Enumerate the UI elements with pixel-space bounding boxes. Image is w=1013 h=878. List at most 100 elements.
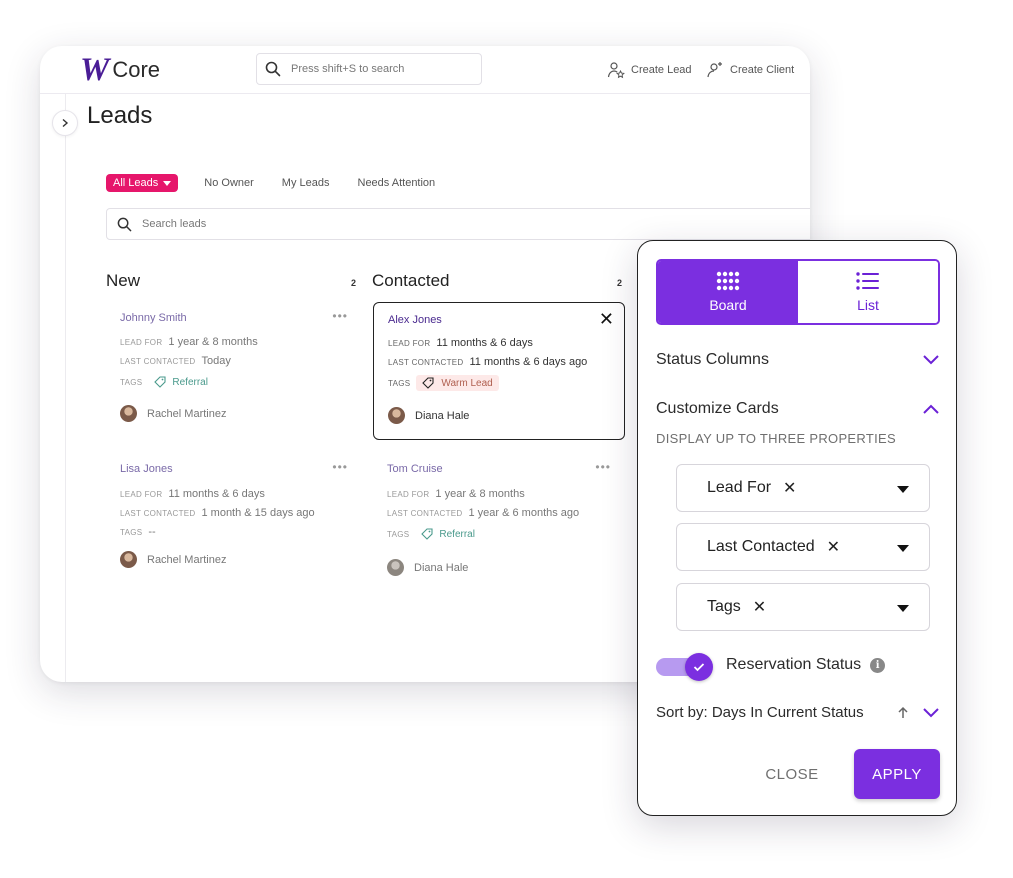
logo-text: Core (112, 57, 161, 82)
property-label: Tags (707, 598, 741, 615)
lead-name[interactable]: Lisa Jones (120, 463, 173, 475)
tab-all-leads-label: All Leads (113, 177, 159, 189)
property-select-tags[interactable]: Tags ✕ (676, 583, 930, 631)
lead-card[interactable]: Tom Cruise ••• LEAD FOR 1 year & 8 month… (373, 452, 625, 592)
search-leads-input[interactable]: Search leads (106, 208, 810, 240)
last-contacted-label: LAST CONTACTED (120, 356, 196, 366)
sort-by-control[interactable]: Sort by: Days In Current Status (656, 704, 940, 721)
chevron-down-icon (923, 355, 939, 365)
avatar (120, 551, 137, 568)
avatar (388, 407, 405, 424)
column-header-new: New 2 (106, 271, 356, 291)
lead-name[interactable]: Tom Cruise (387, 463, 443, 475)
tags-label: TAGS (387, 529, 410, 539)
display-properties-hint: DISPLAY UP TO THREE PROPERTIES (656, 431, 896, 446)
create-client-icon (707, 62, 722, 78)
close-button[interactable]: CLOSE (748, 749, 836, 799)
more-options-icon[interactable]: ••• (332, 460, 348, 474)
global-search-input[interactable]: Press shift+S to search (256, 53, 482, 85)
reservation-status-toggle[interactable] (656, 651, 716, 683)
lead-card[interactable]: Lisa Jones ••• LEAD FOR 11 months & 6 da… (106, 452, 358, 582)
last-contacted-value: 1 year & 6 months ago (468, 507, 580, 519)
lead-owner: Diana Hale (388, 407, 469, 424)
apply-button[interactable]: APPLY (854, 749, 940, 799)
sidebar-divider (65, 94, 66, 682)
tab-all-leads[interactable]: All Leads (106, 174, 179, 192)
reservation-status-label: Reservation Status (726, 656, 862, 673)
more-options-icon[interactable]: ••• (595, 460, 611, 474)
chevron-up-icon (923, 404, 939, 414)
sort-by-label: Sort by: Days In Current Status (656, 704, 864, 721)
list-label: List (857, 297, 879, 313)
expand-sidebar-button[interactable] (52, 110, 78, 136)
close-icon[interactable]: ✕ (599, 309, 614, 330)
column-header-contacted: Contacted 2 (372, 271, 622, 291)
reservation-status: Reservation Status i (726, 656, 886, 674)
lead-name[interactable]: Alex Jones (388, 314, 442, 326)
caret-down-icon (163, 180, 172, 186)
create-lead-icon (607, 62, 625, 79)
lead-for-label: LEAD FOR (387, 489, 430, 499)
customize-cards-section[interactable]: Customize Cards (656, 400, 940, 418)
lead-owner: Diana Hale (387, 559, 468, 576)
tag-icon (154, 376, 166, 388)
remove-property-icon[interactable]: ✕ (753, 597, 766, 617)
last-contacted-label: LAST CONTACTED (120, 508, 196, 518)
tab-no-owner[interactable]: No Owner (204, 177, 254, 189)
lead-filter-tabs: All Leads No Owner My Leads Needs Attent… (106, 173, 463, 193)
view-toggle: Board List (656, 259, 940, 325)
search-leads-placeholder: Search leads (142, 218, 207, 230)
tags-label: TAGS (120, 527, 143, 537)
chevron-down-icon[interactable] (922, 707, 940, 719)
chevron-right-icon (62, 118, 69, 128)
tab-my-leads[interactable]: My Leads (282, 177, 330, 189)
property-select-last-contacted[interactable]: Last Contacted ✕ (676, 523, 930, 571)
page-title: Leads (87, 102, 153, 129)
avatar (120, 405, 137, 422)
create-lead-button[interactable]: Create Lead (607, 60, 692, 80)
lead-card-selected[interactable]: Alex Jones ✕ LEAD FOR 11 months & 6 days… (373, 302, 625, 440)
tags-label: TAGS (388, 378, 411, 388)
list-view-button[interactable]: List (798, 261, 938, 323)
tag-badge: Referral (148, 374, 214, 390)
status-columns-label: Status Columns (656, 351, 769, 368)
top-bar: W Core Press shift+S to search Create Le… (40, 46, 810, 94)
property-select-lead-for[interactable]: Lead For ✕ (676, 464, 930, 512)
more-options-icon[interactable]: ••• (332, 309, 348, 323)
owner-name: Diana Hale (414, 561, 469, 574)
lead-owner: Rachel Martinez (120, 405, 226, 422)
tab-needs-attention[interactable]: Needs Attention (358, 177, 436, 189)
check-icon (693, 663, 705, 672)
column-title: Contacted (372, 271, 450, 290)
arrow-up-icon[interactable] (896, 706, 910, 720)
remove-property-icon[interactable]: ✕ (827, 537, 840, 557)
toggle-knob (685, 653, 713, 681)
remove-property-icon[interactable]: ✕ (783, 478, 796, 498)
lead-name[interactable]: Johnny Smith (120, 312, 187, 324)
board-label: Board (709, 297, 747, 313)
app-logo[interactable]: W Core (80, 52, 161, 88)
last-contacted-value: 11 months & 6 days ago (469, 356, 588, 368)
board-grid-icon (716, 271, 740, 291)
owner-name: Rachel Martinez (147, 553, 227, 566)
tags-label: TAGS (120, 377, 143, 387)
logo-mark: W (80, 52, 109, 88)
customize-cards-label: Customize Cards (656, 400, 779, 417)
tag-badge: Referral (415, 526, 481, 542)
lead-card[interactable]: Johnny Smith ••• LEAD FOR 1 year & 8 mon… (106, 301, 358, 431)
dropdown-arrow-icon (897, 605, 909, 612)
lead-for-value: 11 months & 6 days (168, 488, 265, 500)
status-columns-section[interactable]: Status Columns (656, 351, 940, 369)
create-lead-label: Create Lead (631, 64, 692, 76)
customize-board-panel: Board List Status Columns Customize Card… (637, 240, 957, 816)
lead-for-label: LEAD FOR (388, 338, 431, 348)
property-label: Last Contacted (707, 538, 815, 555)
create-client-button[interactable]: Create Client (706, 60, 794, 80)
tag-text: Referral (439, 528, 475, 540)
list-icon (856, 272, 879, 290)
property-label: Lead For (707, 479, 772, 496)
lead-owner: Rachel Martinez (120, 551, 226, 568)
board-view-button[interactable]: Board (658, 261, 798, 323)
info-icon[interactable]: i (870, 657, 886, 673)
owner-name: Diana Hale (415, 409, 470, 422)
